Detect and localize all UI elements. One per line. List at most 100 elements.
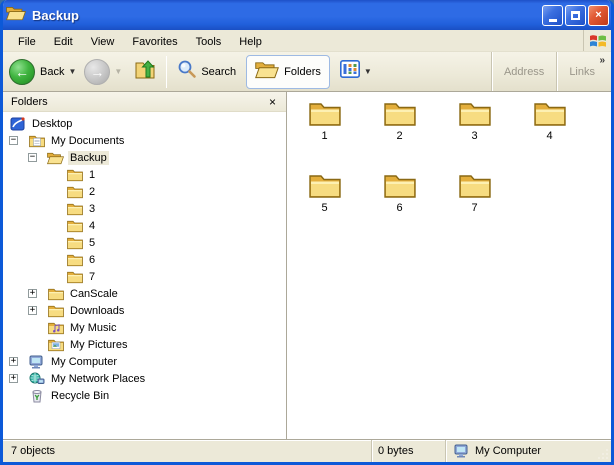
back-button[interactable]: ← Back ▼: [9, 59, 82, 85]
tree-item-label: Recycle Bin: [49, 389, 111, 403]
address-label: Address: [504, 66, 544, 78]
tree-item-label: Desktop: [30, 117, 74, 131]
window-title: Backup: [32, 8, 540, 23]
tree-item-my-music[interactable]: My Music: [3, 319, 286, 336]
status-bar: 7 objects 0 bytes My Computer: [3, 439, 611, 462]
search-icon: [177, 59, 197, 84]
tree-item-label: Downloads: [68, 304, 126, 318]
up-button[interactable]: [130, 56, 160, 87]
file-item-5[interactable]: 5: [287, 172, 362, 244]
minimize-icon: [549, 19, 557, 22]
file-item-label: 6: [396, 202, 402, 214]
back-dropdown-icon[interactable]: ▼: [68, 67, 76, 76]
tree-item-2[interactable]: 2: [3, 183, 286, 200]
collapse-icon[interactable]: −: [9, 136, 28, 145]
tree-item-7[interactable]: 7: [3, 268, 286, 285]
tree-item-1[interactable]: 1: [3, 166, 286, 183]
file-item-label: 4: [546, 130, 552, 142]
plus-box-icon[interactable]: +: [28, 289, 37, 298]
back-label: Back: [40, 66, 64, 78]
tree-item-my-documents[interactable]: − My Documents: [3, 132, 286, 149]
file-item-1[interactable]: 1: [287, 100, 362, 172]
close-button[interactable]: ×: [588, 5, 609, 26]
tree-item-3[interactable]: 3: [3, 200, 286, 217]
tree-item-backup[interactable]: − Backup: [3, 149, 286, 166]
tree-item-label: My Documents: [49, 134, 126, 148]
tree-item-5[interactable]: 5: [3, 234, 286, 251]
folders-label: Folders: [284, 66, 321, 78]
my-computer-icon: [28, 354, 45, 370]
minus-box-icon[interactable]: −: [9, 136, 18, 145]
my-documents-icon: [28, 133, 45, 149]
expand-icon[interactable]: +: [28, 306, 47, 315]
minus-box-icon[interactable]: −: [28, 153, 37, 162]
tree-item-label: 1: [87, 168, 97, 182]
collapse-icon[interactable]: −: [28, 153, 47, 162]
tree-item-4[interactable]: 4: [3, 217, 286, 234]
window-body: Folders × Desktop− My Documents− Backup …: [3, 92, 611, 439]
menu-item-view[interactable]: View: [82, 33, 124, 51]
tree-item-desktop[interactable]: Desktop: [3, 115, 286, 132]
file-item-2[interactable]: 2: [362, 100, 437, 172]
views-button[interactable]: ▼: [340, 60, 378, 83]
status-size: 0 bytes: [371, 440, 445, 462]
status-object-count: 7 objects: [3, 445, 371, 457]
file-item-3[interactable]: 3: [437, 100, 512, 172]
tree-item-downloads[interactable]: + Downloads: [3, 302, 286, 319]
expand-icon[interactable]: +: [28, 289, 47, 298]
minimize-button[interactable]: [542, 5, 563, 26]
file-item-label: 1: [321, 130, 327, 142]
folders-pane-header: Folders ×: [3, 92, 286, 112]
file-item-6[interactable]: 6: [362, 172, 437, 244]
title-bar[interactable]: Backup ×: [0, 0, 614, 30]
views-dropdown-icon: ▼: [364, 67, 372, 76]
plus-box-icon[interactable]: +: [9, 357, 18, 366]
toolbar: ← Back ▼ → ▼ Search Folders ▼ A: [3, 52, 611, 92]
links-label: Links: [569, 66, 595, 78]
folder-icon: [66, 201, 83, 217]
folders-button[interactable]: Folders: [246, 55, 330, 89]
menu-item-file[interactable]: File: [9, 33, 45, 51]
chevron-icon[interactable]: »: [599, 55, 605, 66]
collapsed-bands: Address Links: [491, 52, 607, 91]
tree-item-my-pictures[interactable]: My Pictures: [3, 336, 286, 353]
menu-item-edit[interactable]: Edit: [45, 33, 82, 51]
address-band[interactable]: Address: [491, 52, 556, 91]
tree-item-6[interactable]: 6: [3, 251, 286, 268]
menu-item-help[interactable]: Help: [230, 33, 271, 51]
menu-item-favorites[interactable]: Favorites: [123, 33, 186, 51]
file-item-4[interactable]: 4: [512, 100, 587, 172]
folder-icon: [459, 172, 491, 200]
resize-grip[interactable]: [597, 448, 609, 460]
search-button[interactable]: Search: [173, 57, 240, 86]
maximize-button[interactable]: [565, 5, 586, 26]
app-folder-icon: [6, 5, 26, 26]
back-icon: ←: [9, 59, 35, 85]
tree-item-my-network-places[interactable]: + My Network Places: [3, 370, 286, 387]
menu-item-tools[interactable]: Tools: [187, 33, 231, 51]
folder-icon: [66, 269, 83, 285]
close-pane-icon[interactable]: ×: [267, 96, 278, 108]
tree-item-label: 6: [87, 253, 97, 267]
windows-logo-icon: [583, 30, 611, 51]
explorer-window: Backup × FileEditViewFavoritesToolsHelp …: [0, 0, 614, 465]
file-item-label: 7: [471, 202, 477, 214]
expand-icon[interactable]: +: [9, 357, 28, 366]
file-item-label: 3: [471, 130, 477, 142]
tree-item-label: My Computer: [49, 355, 119, 369]
tree-item-canscale[interactable]: + CanScale: [3, 285, 286, 302]
expand-icon[interactable]: +: [9, 374, 28, 383]
folder-open-icon: [47, 150, 64, 166]
plus-box-icon[interactable]: +: [9, 374, 18, 383]
plus-box-icon[interactable]: +: [28, 306, 37, 315]
tree-item-recycle-bin[interactable]: Recycle Bin: [3, 387, 286, 404]
file-item-7[interactable]: 7: [437, 172, 512, 244]
tree-item-label: My Music: [68, 321, 118, 335]
forward-button[interactable]: → ▼: [84, 59, 128, 85]
tree-item-my-computer[interactable]: + My Computer: [3, 353, 286, 370]
folder-icon: [66, 184, 83, 200]
my-music-icon: [47, 320, 64, 336]
tree-item-label: 5: [87, 236, 97, 250]
toolbar-separator: [166, 56, 167, 88]
network-icon: [28, 371, 45, 387]
